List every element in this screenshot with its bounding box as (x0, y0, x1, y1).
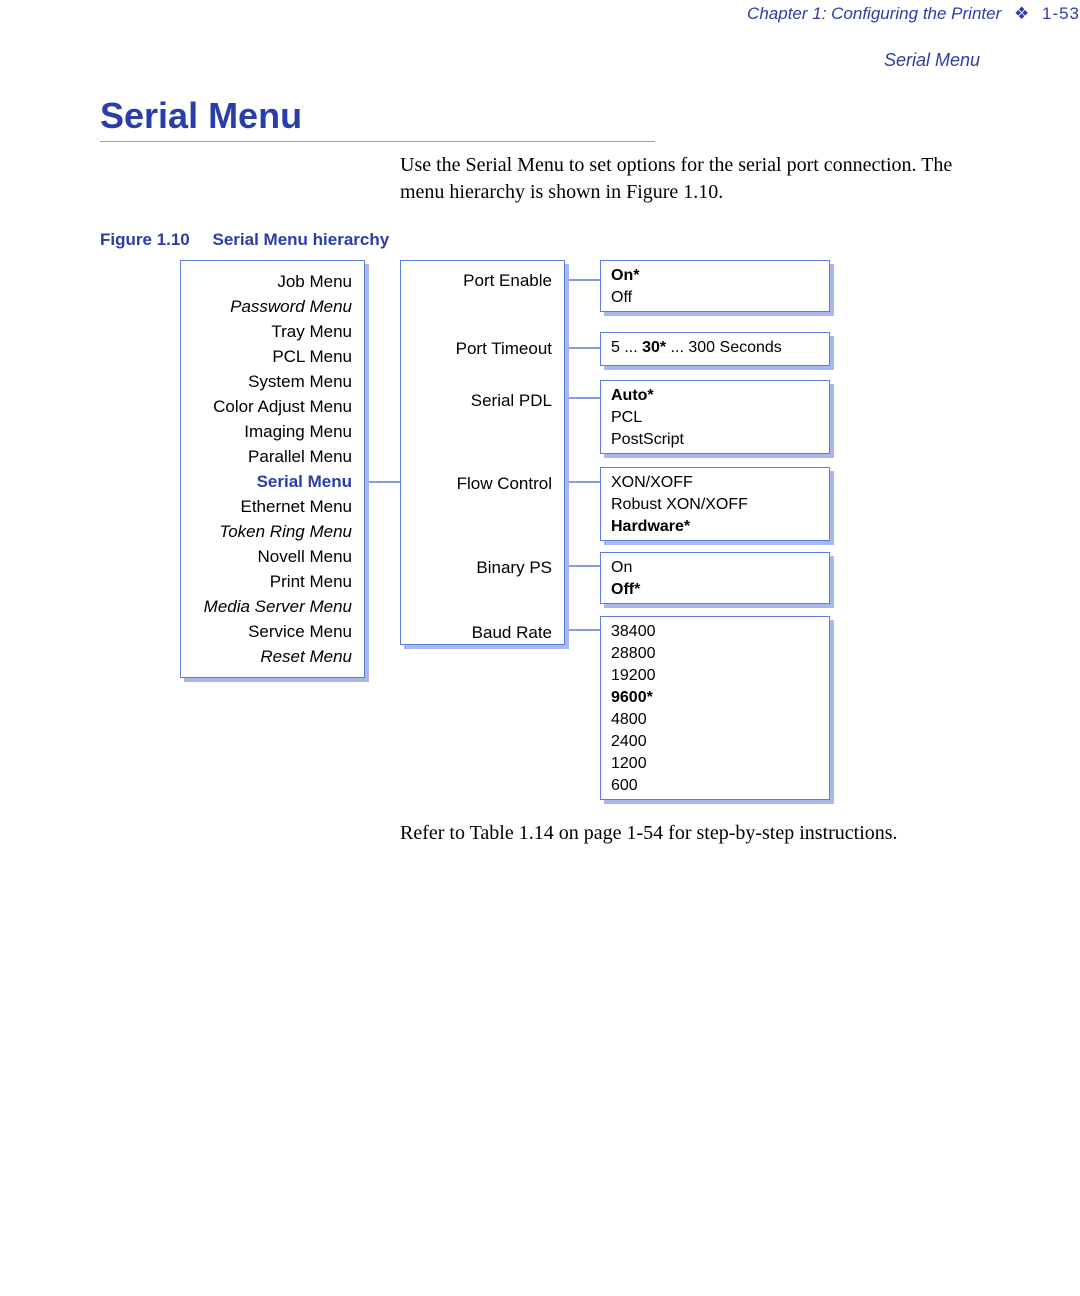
menu-item: Imaging Menu (193, 419, 352, 444)
values-box: XON/XOFFRobust XON/XOFFHardware* (600, 467, 830, 541)
figure-title: Serial Menu hierarchy (213, 230, 390, 249)
menu-item: Print Menu (193, 569, 352, 594)
footer-chapter: Chapter 1: Configuring the Printer (747, 4, 1001, 23)
value-option: XON/XOFF (611, 472, 819, 494)
setting-label: Port Timeout (456, 339, 552, 359)
settings-box: Port Enable Port Timeout Serial PDL Flow Co… (400, 260, 565, 645)
menu-item: Novell Menu (193, 544, 352, 569)
value-option: Off* (611, 579, 819, 601)
page-footer: Chapter 1: Configuring the Printer ❖ 1-5… (200, 0, 1080, 24)
value-option: 5 ... 30* ... 300 Seconds (611, 337, 819, 359)
values-box: 5 ... 30* ... 300 Seconds (600, 332, 830, 366)
menu-item: Password Menu (193, 294, 352, 319)
menu-item: Ethernet Menu (193, 494, 352, 519)
value-option: 9600* (611, 687, 819, 709)
intro-paragraph: Use the Serial Menu to set options for t… (400, 152, 980, 206)
menu-hierarchy-diagram: Job MenuPassword MenuTray MenuPCL MenuSy… (180, 260, 940, 805)
setting-label: Flow Control (457, 474, 552, 494)
setting-label: Binary PS (476, 558, 552, 578)
values-box: OnOff* (600, 552, 830, 604)
page-title: Serial Menu (100, 95, 655, 142)
outro-paragraph: Refer to Table 1.14 on page 1-54 for ste… (400, 820, 980, 847)
menu-item: Tray Menu (193, 319, 352, 344)
menu-item: Color Adjust Menu (193, 394, 352, 419)
menu-item: Service Menu (193, 619, 352, 644)
figure-caption: Figure 1.10 Serial Menu hierarchy (100, 230, 389, 250)
menu-item: Media Server Menu (193, 594, 352, 619)
values-box: On*Off (600, 260, 830, 312)
value-option: PostScript (611, 429, 819, 451)
value-option: On (611, 557, 819, 579)
footer-bullet-icon: ❖ (1014, 4, 1029, 23)
value-option: 28800 (611, 643, 819, 665)
setting-label: Port Enable (463, 271, 552, 291)
menu-item: Job Menu (193, 269, 352, 294)
value-option: 19200 (611, 665, 819, 687)
value-option: 4800 (611, 709, 819, 731)
values-box: 3840028800192009600*480024001200600 (600, 616, 830, 800)
running-header: Serial Menu (884, 50, 980, 71)
value-option: 600 (611, 775, 819, 797)
value-option: Auto* (611, 385, 819, 407)
value-option: Robust XON/XOFF (611, 494, 819, 516)
top-menus-box: Job MenuPassword MenuTray MenuPCL MenuSy… (180, 260, 365, 678)
setting-label: Baud Rate (472, 623, 552, 643)
menu-item: PCL Menu (193, 344, 352, 369)
value-option: 1200 (611, 753, 819, 775)
page: Serial Menu Serial Menu Use the Serial M… (100, 50, 980, 142)
menu-item: Parallel Menu (193, 444, 352, 469)
value-option: PCL (611, 407, 819, 429)
figure-number: Figure 1.10 (100, 230, 190, 249)
value-option: 38400 (611, 621, 819, 643)
menu-item: Token Ring Menu (193, 519, 352, 544)
menu-item: Reset Menu (193, 644, 352, 669)
value-option: 2400 (611, 731, 819, 753)
value-option: Hardware* (611, 516, 819, 538)
value-option: On* (611, 265, 819, 287)
footer-page-number: 1-53 (1042, 4, 1080, 23)
setting-label: Serial PDL (471, 391, 552, 411)
value-option: Off (611, 287, 819, 309)
menu-item: System Menu (193, 369, 352, 394)
values-box: Auto*PCLPostScript (600, 380, 830, 454)
menu-item: Serial Menu (193, 469, 352, 494)
